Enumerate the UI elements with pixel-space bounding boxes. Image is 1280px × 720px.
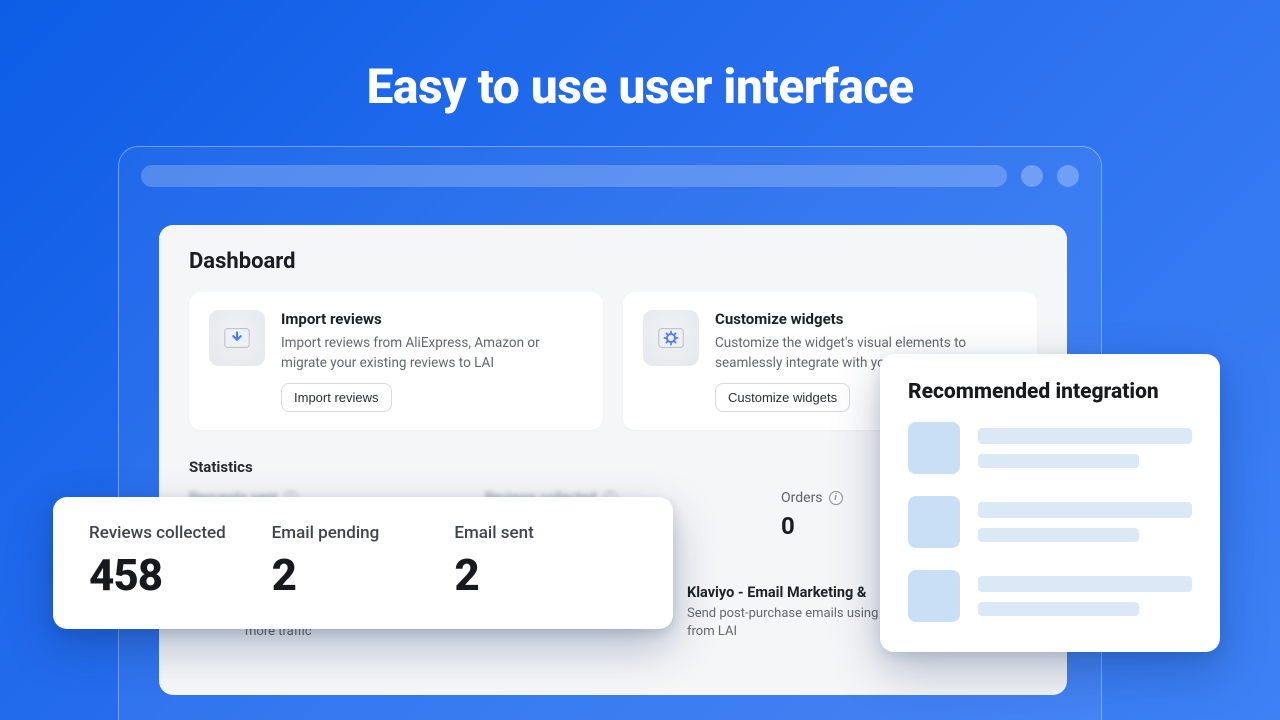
card-title: Import reviews	[281, 310, 583, 328]
recommended-title: Recommended integration	[908, 380, 1192, 404]
address-bar[interactable]	[141, 165, 1007, 187]
download-icon	[209, 310, 265, 366]
placeholder-line	[978, 454, 1139, 468]
placeholder-line	[978, 528, 1139, 542]
import-reviews-card: Import reviews Import reviews from AliEx…	[189, 292, 603, 430]
page-headline: Easy to use user interface	[0, 0, 1280, 115]
placeholder-line	[978, 602, 1139, 616]
kpi-value: 2	[272, 549, 455, 601]
kpi-email-sent: Email sent 2	[454, 523, 637, 601]
customize-widgets-button[interactable]: Customize widgets	[715, 383, 850, 412]
window-dot	[1021, 165, 1043, 187]
card-desc: Import reviews from AliExpress, Amazon o…	[281, 334, 583, 373]
card-title: Customize widgets	[715, 310, 1017, 328]
placeholder-thumb-icon	[908, 570, 960, 622]
kpi-value: 458	[89, 549, 272, 601]
window-dot	[1057, 165, 1079, 187]
recommended-item[interactable]	[908, 570, 1192, 622]
kpi-label: Email pending	[272, 523, 455, 543]
import-reviews-button[interactable]: Import reviews	[281, 383, 392, 412]
browser-toolbar	[119, 147, 1101, 187]
recommended-integration-card: Recommended integration	[880, 354, 1220, 652]
kpi-reviews-collected: Reviews collected 458	[89, 523, 272, 601]
kpi-value: 2	[454, 549, 637, 601]
stat-label: Orders	[781, 490, 823, 506]
kpi-label: Email sent	[454, 523, 637, 543]
placeholder-line	[978, 502, 1192, 518]
settings-widget-icon	[643, 310, 699, 366]
kpi-email-pending: Email pending 2	[272, 523, 455, 601]
placeholder-thumb-icon	[908, 496, 960, 548]
kpi-label: Reviews collected	[89, 523, 272, 543]
info-icon[interactable]: i	[829, 491, 843, 505]
recommended-item[interactable]	[908, 496, 1192, 548]
recommended-item[interactable]	[908, 422, 1192, 474]
placeholder-thumb-icon	[908, 422, 960, 474]
kpi-float-card: Reviews collected 458 Email pending 2 Em…	[53, 497, 673, 629]
dashboard-title: Dashboard	[189, 249, 1037, 274]
placeholder-line	[978, 428, 1192, 444]
placeholder-line	[978, 576, 1192, 592]
